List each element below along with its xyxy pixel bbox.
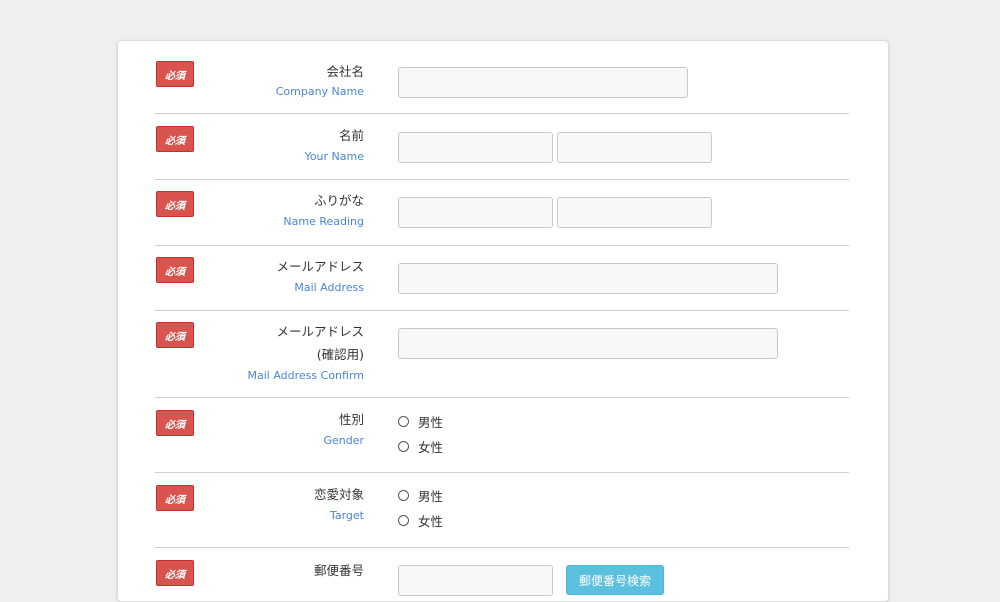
- mail-address-input[interactable]: [398, 263, 778, 294]
- form-row-target: 必須 恋愛対象 Target 男性 女性: [155, 473, 849, 548]
- radio-label: 男性: [418, 488, 444, 504]
- form-card: 必須 会社名 Company Name 必須 名前 Your Name 必須 ふ…: [117, 40, 889, 602]
- mail-confirm-label-note: (確認用): [316, 347, 364, 362]
- reading-label-en: Name Reading: [283, 215, 364, 228]
- radio-icon[interactable]: [398, 489, 409, 501]
- company-label-en: Company Name: [275, 85, 364, 98]
- mail-address-confirm-input[interactable]: [398, 328, 778, 359]
- target-radio-female[interactable]: 女性: [398, 512, 444, 529]
- radio-icon[interactable]: [398, 514, 409, 526]
- form-row-mail: 必須 メールアドレス Mail Address: [155, 246, 849, 311]
- radio-icon[interactable]: [398, 440, 409, 452]
- mail-confirm-label: メールアドレス: [276, 324, 364, 339]
- gender-radio-male[interactable]: 男性: [398, 413, 444, 430]
- radio-label: 男性: [418, 414, 444, 430]
- form-row-mail-confirm: 必須 メールアドレス (確認用) Mail Address Confirm: [155, 311, 849, 398]
- radio-icon[interactable]: [398, 415, 409, 427]
- name-label: 名前: [338, 128, 364, 143]
- last-name-reading-input[interactable]: [398, 197, 553, 228]
- first-name-input[interactable]: [557, 132, 712, 163]
- form-row-company: 必須 会社名 Company Name: [155, 41, 849, 114]
- form-row-gender: 必須 性別 Gender 男性 女性: [155, 398, 849, 473]
- name-label-en: Your Name: [304, 150, 364, 163]
- form-row-name: 必須 名前 Your Name: [155, 114, 849, 180]
- company-label: 会社名: [326, 64, 364, 79]
- mail-label-en: Mail Address: [294, 281, 364, 294]
- mail-label: メールアドレス: [276, 259, 364, 274]
- target-radio-male[interactable]: 男性: [398, 487, 444, 504]
- target-label: 恋愛対象: [313, 487, 364, 502]
- last-name-input[interactable]: [398, 132, 553, 163]
- gender-label: 性別: [338, 412, 364, 427]
- gender-label-en: Gender: [323, 434, 364, 447]
- first-name-reading-input[interactable]: [557, 197, 712, 228]
- reading-label: ふりがな: [313, 193, 364, 208]
- company-name-input[interactable]: [398, 67, 688, 98]
- postal-code-input[interactable]: [398, 565, 553, 596]
- form-row-reading: 必須 ふりがな Name Reading: [155, 180, 849, 246]
- radio-label: 女性: [418, 439, 444, 455]
- mail-confirm-label-en: Mail Address Confirm: [247, 369, 365, 382]
- gender-radio-female[interactable]: 女性: [398, 438, 444, 455]
- target-label-en: Target: [329, 509, 364, 522]
- postal-search-button[interactable]: 郵便番号検索: [566, 565, 664, 595]
- form-row-postal: 必須 郵便番号 郵便番号検索: [155, 548, 849, 601]
- radio-label: 女性: [418, 513, 444, 529]
